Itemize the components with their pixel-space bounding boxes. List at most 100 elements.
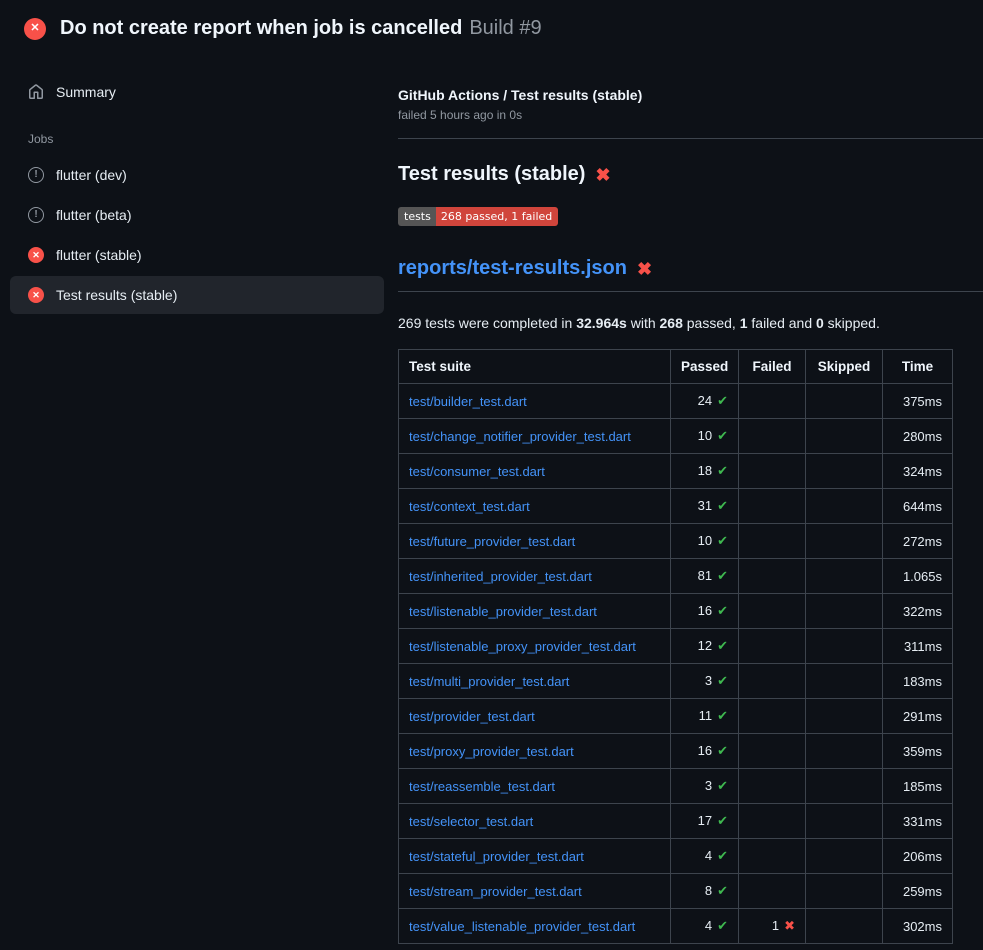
passed-cell: 31✔ xyxy=(671,489,739,524)
summary-text: skipped. xyxy=(824,315,880,331)
column-header-time: Time xyxy=(883,350,953,384)
suite-cell: test/future_provider_test.dart xyxy=(399,524,671,559)
sidebar-item-job[interactable]: !flutter (dev) xyxy=(10,156,384,194)
page-title: Do not create report when job is cancell… xyxy=(60,17,542,40)
table-row: test/multi_provider_test.dart3✔183ms xyxy=(399,664,953,699)
passed-cell: 4✔ xyxy=(671,839,739,874)
time-cell: 1.065s xyxy=(883,559,953,594)
failed-cell xyxy=(739,629,806,664)
failed-cell: 1✖ xyxy=(739,909,806,944)
check-icon: ✔ xyxy=(717,708,728,723)
table-header-row: Test suitePassedFailedSkippedTime xyxy=(399,350,953,384)
check-icon: ✔ xyxy=(717,393,728,408)
column-header-failed: Failed xyxy=(739,350,806,384)
table-row: test/selector_test.dart17✔331ms xyxy=(399,804,953,839)
test-suite-link[interactable]: test/stateful_provider_test.dart xyxy=(409,849,584,864)
test-suite-link[interactable]: test/reassemble_test.dart xyxy=(409,779,555,794)
table-row: test/reassemble_test.dart3✔185ms xyxy=(399,769,953,804)
job-label: flutter (stable) xyxy=(56,247,142,263)
check-icon: ✔ xyxy=(717,673,728,688)
time-cell: 291ms xyxy=(883,699,953,734)
build-title: Do not create report when job is cancell… xyxy=(60,17,462,39)
passed-count: 16 xyxy=(698,603,712,618)
passed-count: 16 xyxy=(698,743,712,758)
test-suite-link[interactable]: test/provider_test.dart xyxy=(409,709,535,724)
test-results-table: Test suitePassedFailedSkippedTime test/b… xyxy=(398,349,953,944)
sidebar-item-job[interactable]: !flutter (beta) xyxy=(10,196,384,234)
time-cell: 375ms xyxy=(883,384,953,419)
time-cell: 272ms xyxy=(883,524,953,559)
home-icon xyxy=(28,84,44,100)
test-suite-link[interactable]: test/future_provider_test.dart xyxy=(409,534,575,549)
test-suite-link[interactable]: test/change_notifier_provider_test.dart xyxy=(409,429,631,444)
summary-skipped-count: 0 xyxy=(816,315,824,331)
test-suite-link[interactable]: test/selector_test.dart xyxy=(409,814,533,829)
summary-text: passed, xyxy=(683,315,740,331)
status-line: failed 5 hours ago in 0s xyxy=(398,108,983,122)
suite-cell: test/stateful_provider_test.dart xyxy=(399,839,671,874)
table-row: test/inherited_provider_test.dart81✔1.06… xyxy=(399,559,953,594)
check-icon: ✔ xyxy=(717,603,728,618)
table-row: test/stateful_provider_test.dart4✔206ms xyxy=(399,839,953,874)
failed-cell xyxy=(739,594,806,629)
suite-cell: test/selector_test.dart xyxy=(399,804,671,839)
failed-cell xyxy=(739,804,806,839)
test-suite-link[interactable]: test/value_listenable_provider_test.dart xyxy=(409,919,635,934)
test-suite-link[interactable]: test/listenable_proxy_provider_test.dart xyxy=(409,639,636,654)
test-suite-link[interactable]: test/context_test.dart xyxy=(409,499,530,514)
sidebar-item-job[interactable]: ✕Test results (stable) xyxy=(10,276,384,314)
time-cell: 280ms xyxy=(883,419,953,454)
skipped-cell xyxy=(806,454,883,489)
failed-cell xyxy=(739,524,806,559)
failed-cell xyxy=(739,734,806,769)
test-suite-link[interactable]: test/inherited_provider_test.dart xyxy=(409,569,592,584)
time-cell: 322ms xyxy=(883,594,953,629)
passed-count: 24 xyxy=(698,393,712,408)
time-cell: 185ms xyxy=(883,769,953,804)
suite-cell: test/change_notifier_provider_test.dart xyxy=(399,419,671,454)
test-suite-link[interactable]: test/stream_provider_test.dart xyxy=(409,884,582,899)
passed-count: 17 xyxy=(698,813,712,828)
skipped-cell xyxy=(806,629,883,664)
test-suite-link[interactable]: test/proxy_provider_test.dart xyxy=(409,744,574,759)
failed-cell xyxy=(739,664,806,699)
job-label: flutter (beta) xyxy=(56,207,131,223)
table-row: test/listenable_provider_test.dart 16 ✔ 322… xyxy=(399,594,953,629)
suite-cell: test/stream_provider_test.dart xyxy=(399,874,671,909)
column-header-test-suite: Test suite xyxy=(399,350,671,384)
suite-cell: test/listenable_provider_test.dart xyxy=(399,594,671,629)
suite-cell: test/reassemble_test.dart xyxy=(399,769,671,804)
skipped-cell xyxy=(806,419,883,454)
passed-cell: 12✔ xyxy=(671,629,739,664)
time-cell: 331ms xyxy=(883,804,953,839)
suite-cell: test/provider_test.dart xyxy=(399,699,671,734)
build-header: ✕ Do not create report when job is cance… xyxy=(0,0,983,50)
suite-cell: test/listenable_proxy_provider_test.dart xyxy=(399,629,671,664)
skipped-cell xyxy=(806,734,883,769)
table-row: test/change_notifier_provider_test.dart 1… xyxy=(399,419,953,454)
report-link[interactable]: reports/test-results.json xyxy=(398,257,627,280)
test-suite-link[interactable]: test/multi_provider_test.dart xyxy=(409,674,569,689)
tests-badge-value: 268 passed, 1 failed xyxy=(436,207,558,226)
passed-count: 4 xyxy=(705,918,712,933)
skipped-cell xyxy=(806,769,883,804)
passed-count: 10 xyxy=(698,533,712,548)
test-suite-link[interactable]: test/builder_test.dart xyxy=(409,394,527,409)
passed-count: 10 xyxy=(698,428,712,443)
time-cell: 183ms xyxy=(883,664,953,699)
report-heading: reports/test-results.json ✖ xyxy=(398,257,983,292)
passed-count: 11 xyxy=(699,708,713,723)
sidebar-item-summary[interactable]: Summary xyxy=(10,74,384,110)
passed-cell: 8✔ xyxy=(671,874,739,909)
summary-failed-count: 1 xyxy=(740,315,748,331)
test-suite-link[interactable]: test/listenable_provider_test.dart xyxy=(409,604,597,619)
summary-label: Summary xyxy=(56,84,116,100)
sidebar-item-job[interactable]: ✕flutter (stable) xyxy=(10,236,384,274)
test-suite-link[interactable]: test/consumer_test.dart xyxy=(409,464,545,479)
check-icon: ✔ xyxy=(717,498,728,513)
build-failed-status-icon: ✕ xyxy=(24,18,46,40)
suite-cell: test/value_listenable_provider_test.dart xyxy=(399,909,671,944)
table-row: test/builder_test.dart 24 ✔ 375ms xyxy=(399,384,953,419)
main-content: GitHub Actions / Test results (stable) f… xyxy=(398,50,983,944)
passed-count: 12 xyxy=(698,638,712,653)
